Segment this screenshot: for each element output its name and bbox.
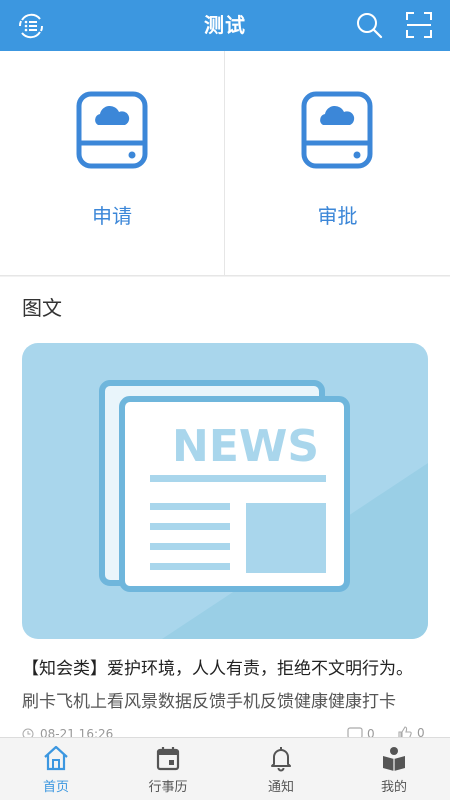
approve-entry[interactable]: 审批 — [225, 51, 450, 275]
apply-label: 申请 — [92, 204, 132, 228]
tab-calendar[interactable]: 行事历 — [112, 738, 224, 800]
tab-calendar-label: 行事历 — [148, 780, 188, 795]
bottom-tab-bar: 首页 行事历 通知 我的 — [0, 737, 450, 800]
tab-notice[interactable]: 通知 — [225, 738, 337, 800]
profile-book-icon — [380, 744, 408, 772]
home-icon — [42, 744, 70, 772]
bell-icon — [267, 744, 295, 772]
tab-home[interactable]: 首页 — [0, 738, 112, 800]
news-image[interactable]: NEWS — [22, 343, 428, 639]
scan-icon[interactable] — [405, 11, 433, 39]
search-icon[interactable] — [354, 10, 384, 40]
top-bar: 测试 — [0, 0, 450, 51]
cloud-drive-icon — [76, 91, 148, 169]
cloud-drive-icon — [301, 91, 373, 169]
tab-notice-label: 通知 — [267, 780, 294, 795]
tab-mine-label: 我的 — [380, 780, 407, 795]
tab-home-label: 首页 — [42, 780, 69, 795]
approve-label: 审批 — [317, 204, 358, 228]
calendar-icon — [154, 744, 182, 772]
section-title: 图文 — [22, 296, 62, 320]
tab-mine[interactable]: 我的 — [338, 738, 450, 800]
quick-entry-panel: 申请 审批 — [0, 51, 450, 276]
article-title[interactable]: 【知会类】爱护环境，人人有责，拒绝不文明行为。 — [22, 654, 432, 679]
article-description: 刷卡飞机上看风景数据反馈手机反馈健康健康打卡 — [22, 692, 396, 712]
apply-entry[interactable]: 申请 — [0, 51, 225, 275]
image-text-section: 图文 NEWS 【知会类】爱护环境，人人有责，拒绝不文明行为。 刷卡飞机上看风景… — [0, 277, 450, 741]
news-image-text: NEWS — [172, 421, 319, 472]
